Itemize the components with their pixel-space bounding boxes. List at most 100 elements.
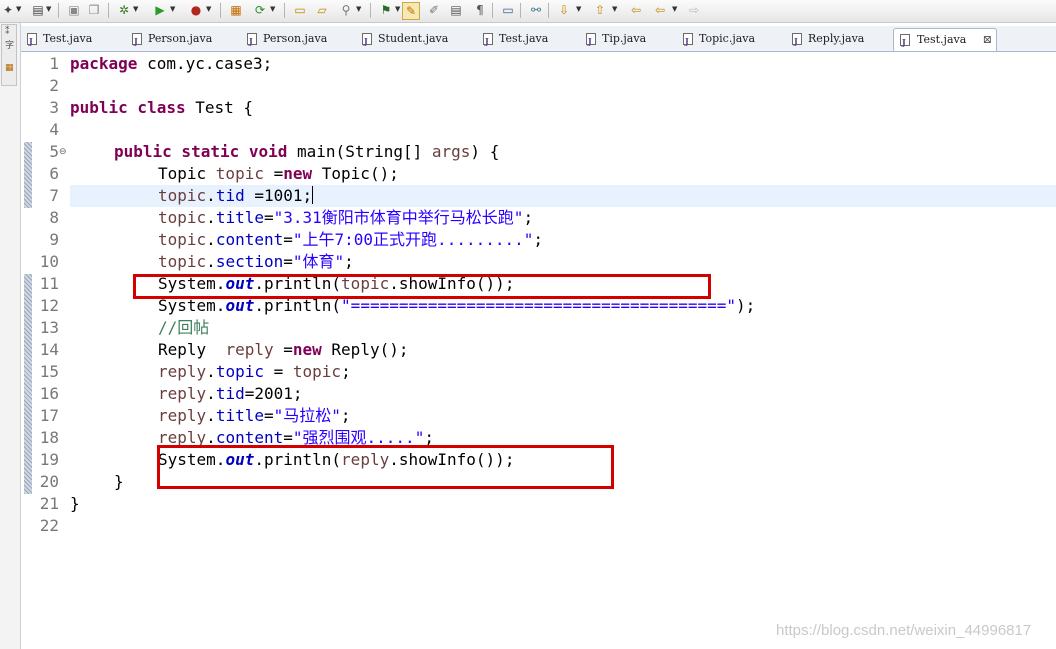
search-dropdown-arrow-icon[interactable]: ▼ [356, 5, 361, 13]
tab-tip-java[interactable]: Tip.java [586, 28, 676, 52]
outline-icon[interactable]: ▦ [5, 63, 15, 73]
tab-label: Test.java [499, 32, 549, 45]
line-number: 6 [49, 164, 59, 183]
toolbar-separator [108, 3, 109, 18]
code-text: =2001; [244, 384, 303, 403]
line-number: 13 [39, 318, 59, 337]
forward-icon[interactable]: ⇨ [686, 2, 702, 18]
tab-reply-java[interactable]: Reply.java [792, 28, 892, 52]
tab-label: Student.java [378, 32, 449, 45]
tab-test-java-1[interactable]: Test.java [27, 28, 127, 52]
code-text: ); [736, 296, 756, 315]
save-all-icon[interactable]: ❐ [86, 2, 102, 18]
folder-icon[interactable]: ▭ [292, 2, 308, 18]
back-dropdown-icon[interactable]: ▼ [672, 5, 677, 13]
open-folder-icon[interactable]: ▱ [314, 2, 330, 18]
line-number: 5 [49, 142, 59, 161]
code-text: . [206, 406, 216, 425]
variable: reply [225, 340, 274, 359]
variable: reply [158, 362, 207, 381]
line-number: 8 [49, 208, 59, 227]
back-alt-icon[interactable]: ⇦ [652, 2, 668, 18]
toolbar-separator [58, 3, 59, 18]
link-icon[interactable]: ⚯ [528, 2, 544, 18]
arrow-down-dropdown-icon[interactable]: ▼ [576, 5, 581, 13]
search-icon[interactable]: ⚲ [338, 2, 354, 18]
tab-person-java-1[interactable]: Person.java [132, 28, 242, 52]
save-icon[interactable]: ▣ [66, 2, 82, 18]
highlight-icon[interactable]: ✐ [426, 2, 442, 18]
tab-person-java-2[interactable]: Person.java [247, 28, 357, 52]
package-icon[interactable]: ▦ [228, 2, 244, 18]
code-text: = [283, 230, 293, 249]
keyword: new [292, 340, 322, 359]
line-number: 12 [39, 296, 59, 315]
arrow-up-dropdown-icon[interactable]: ▼ [612, 5, 617, 13]
open-icon[interactable]: ▤ [30, 2, 46, 18]
line-number: 18 [39, 428, 59, 447]
open-dropdown-arrow-icon[interactable]: ▼ [46, 5, 51, 13]
stop-icon[interactable]: ● [188, 2, 204, 18]
line-number: 3 [49, 98, 59, 117]
tab-test-java-2[interactable]: Test.java [483, 28, 583, 52]
debug-dropdown-arrow-icon[interactable]: ▼ [133, 5, 138, 13]
line-number: 17 [39, 406, 59, 425]
string-literal: "上午7:00正式开跑........." [292, 230, 534, 249]
line-number: 22 [39, 516, 59, 535]
code-text: main(String[] [287, 142, 432, 161]
new-dropdown-arrow-icon[interactable]: ▼ [16, 5, 21, 13]
code-text: = [263, 208, 274, 227]
code-editor[interactable]: 1 2 3 4 5 ⊖ 6 7 8 9 10 11 12 13 14 15 16… [21, 52, 1056, 649]
tab-test-java-active[interactable]: Test.java ⊠ [893, 28, 997, 53]
code-line-16: reply.tid=2001; [158, 383, 303, 405]
task-dropdown-arrow-icon[interactable]: ▼ [395, 5, 400, 13]
task-icon[interactable]: ⚑ [378, 2, 394, 18]
left-side-strip: ⁑ 字 ▦ [0, 23, 21, 649]
run-icon[interactable]: ▶ [152, 2, 168, 18]
code-text: . [206, 384, 216, 403]
stop-dropdown-arrow-icon[interactable]: ▼ [206, 5, 211, 13]
keyword: new [283, 164, 313, 183]
debug-icon[interactable]: ✲ [116, 2, 132, 18]
java-file-icon [247, 30, 257, 52]
fold-toggle-icon[interactable]: ⊖ [59, 141, 67, 163]
tab-topic-java[interactable]: Topic.java [683, 28, 783, 52]
document-icon[interactable]: ▤ [448, 2, 464, 18]
line-number: 2 [49, 76, 59, 95]
close-tab-icon[interactable]: ⊠ [983, 29, 992, 51]
toolbar-separator [370, 3, 371, 18]
run-dropdown-arrow-icon[interactable]: ▼ [170, 5, 175, 13]
field: tid [215, 384, 245, 403]
code-line-3: public class Test { [70, 97, 253, 119]
back-icon[interactable]: ⇦ [628, 2, 644, 18]
annotation-highlight-box [133, 274, 711, 299]
arrow-up-icon[interactable]: ⇧ [592, 2, 608, 18]
code-text: = [263, 164, 284, 183]
code-text: . [206, 362, 216, 381]
line-number: 19 [39, 450, 59, 469]
code-line-15: reply.topic = topic; [158, 361, 351, 383]
code-text: . [206, 230, 216, 249]
edit-icon[interactable]: ✎ [402, 2, 420, 20]
console-icon[interactable]: ▭ [500, 2, 516, 18]
new-icon[interactable]: ✦ [0, 2, 16, 18]
refresh-icon[interactable]: ⟳ [252, 2, 268, 18]
annotation-highlight-box [157, 445, 614, 489]
code-text: = [263, 406, 274, 425]
code-text: Reply(); [321, 340, 409, 359]
keyword: public static void [114, 142, 288, 161]
tab-student-java[interactable]: Student.java [362, 28, 477, 52]
code-text: . [206, 186, 216, 205]
variable: topic [158, 230, 207, 249]
code-text: ) { [470, 142, 500, 161]
code-line-13: //回帖 [158, 317, 209, 339]
line-number: 11 [39, 274, 59, 293]
format-icon[interactable]: ¶ [472, 2, 488, 18]
toolbar-separator [548, 3, 549, 18]
arrow-down-icon[interactable]: ⇩ [556, 2, 572, 18]
line-number: 1 [49, 54, 59, 73]
field: tid [215, 186, 245, 205]
restore-icon[interactable]: ⁑ [5, 27, 15, 37]
refresh-dropdown-arrow-icon[interactable]: ▼ [270, 5, 275, 13]
hierarchy-icon[interactable]: 字 [5, 41, 15, 51]
